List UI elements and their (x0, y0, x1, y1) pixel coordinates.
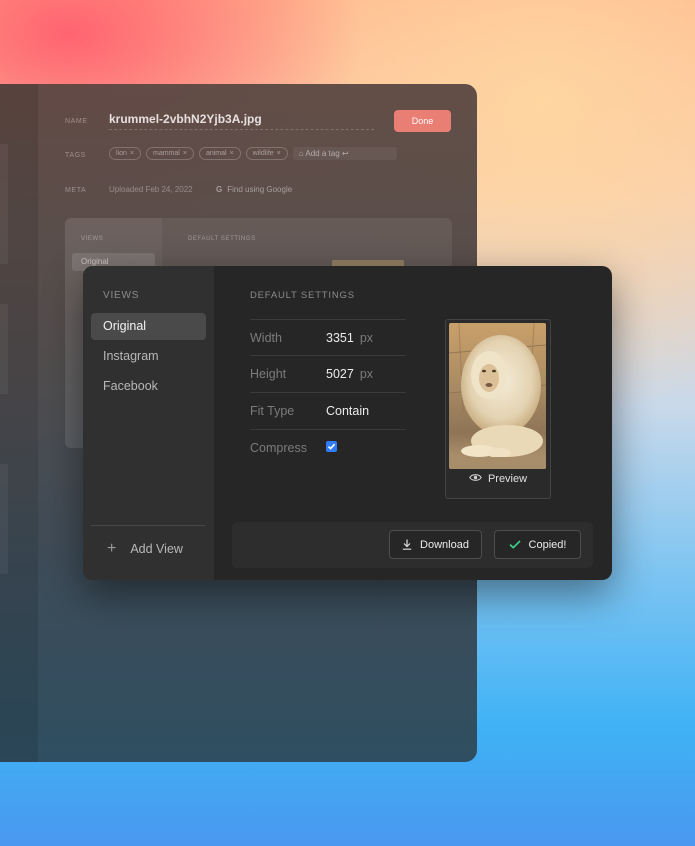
dialog-footer: Download Copied! (232, 522, 593, 568)
width-label: Width (250, 331, 282, 345)
download-button[interactable]: Download (389, 530, 482, 559)
tag-chip[interactable]: animal × (198, 147, 241, 160)
default-settings-label: DEFAULT SETTINGS (250, 290, 355, 301)
preview-label: Preview (487, 473, 528, 485)
height-unit: px (359, 367, 374, 381)
close-icon[interactable]: × (130, 150, 134, 157)
tag-chip[interactable]: mammal × (146, 147, 194, 160)
background-views-label: VIEWS (81, 236, 104, 242)
filename-input[interactable]: krummel-2vbhN2Yjb3A.jpg (109, 112, 262, 126)
lion-preview-image (449, 323, 546, 469)
view-item-facebook[interactable]: Facebook (91, 373, 206, 400)
google-icon: G (216, 185, 223, 194)
sidebar-divider (91, 525, 205, 526)
views-label: VIEWS (103, 290, 140, 301)
done-button[interactable]: Done (394, 110, 451, 132)
tags-list: lion × mammal × animal × wildlife × ⌂ Add a … (109, 147, 397, 160)
tag-chip[interactable]: lion × (109, 147, 141, 160)
width-unit: px (359, 331, 374, 345)
filename-underline (109, 129, 374, 130)
view-item-original[interactable]: Original (91, 313, 206, 340)
compress-checkbox[interactable] (326, 441, 337, 452)
compress-label: Compress (250, 441, 307, 455)
tags-label: TAGS (65, 152, 86, 159)
preview-card[interactable]: Preview (445, 319, 551, 499)
fit-type-row: Fit Type Contain (250, 392, 406, 429)
copied-label: Copied! (528, 538, 567, 551)
height-row: Height 5027 px (250, 355, 406, 392)
download-icon (402, 539, 412, 550)
height-label: Height (250, 367, 287, 381)
close-icon[interactable]: × (277, 150, 281, 157)
name-label: NAME (65, 118, 88, 125)
view-item-instagram[interactable]: Instagram (91, 343, 206, 370)
uploaded-date: Uploaded Feb 24, 2022 (109, 185, 193, 194)
compress-row: Compress (250, 429, 406, 466)
views-sidebar: VIEWS Original Instagram Facebook + Add … (83, 266, 214, 580)
view-settings-dialog: VIEWS Original Instagram Facebook + Add … (83, 266, 612, 580)
copied-button[interactable]: Copied! (494, 530, 581, 559)
add-view-button[interactable]: + Add View (107, 541, 183, 557)
check-icon (508, 540, 521, 549)
tag-chip[interactable]: wildlife × (245, 147, 288, 160)
download-label: Download (420, 538, 469, 551)
background-sidebar-strip (0, 84, 39, 762)
eye-icon (469, 473, 482, 485)
height-field[interactable]: 5027 px (326, 367, 373, 381)
add-tag-input[interactable]: ⌂ Add a tag ↩ (292, 147, 397, 160)
plus-icon: + (107, 540, 117, 557)
width-row: Width 3351 px (250, 319, 406, 356)
add-view-label: Add View (130, 542, 183, 556)
width-field[interactable]: 3351 px (326, 331, 373, 345)
meta-label: META (65, 187, 87, 194)
preview-button[interactable]: Preview (446, 473, 550, 485)
fit-type-select[interactable]: Contain (326, 404, 369, 418)
find-google-link[interactable]: G Find using Google (216, 185, 292, 194)
fit-type-label: Fit Type (250, 404, 295, 418)
background-default-settings-label: DEFAULT SETTINGS (188, 236, 256, 242)
close-icon[interactable]: × (183, 150, 187, 157)
close-icon[interactable]: × (230, 150, 234, 157)
